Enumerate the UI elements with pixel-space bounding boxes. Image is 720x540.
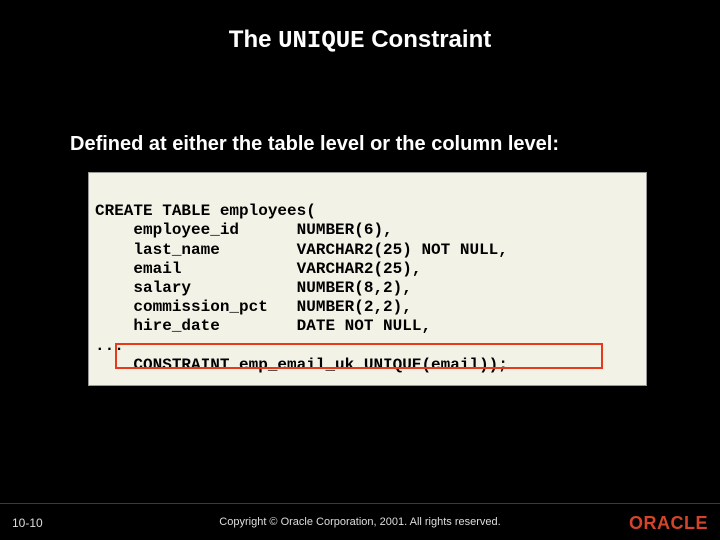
- slide-title: The UNIQUE Constraint: [0, 26, 720, 55]
- code-line-4: email VARCHAR2(25),: [95, 260, 421, 278]
- title-mono: UNIQUE: [278, 28, 364, 55]
- code-block: CREATE TABLE employees( employee_id NUMB…: [88, 172, 647, 386]
- copyright-text: Copyright © Oracle Corporation, 2001. Al…: [0, 516, 720, 528]
- logo-text: ORACLE: [629, 513, 708, 533]
- slide-subtitle: Defined at either the table level or the…: [70, 133, 559, 156]
- code-line-7: hire_date DATE NOT NULL,: [95, 317, 431, 335]
- code-line-3: last_name VARCHAR2(25) NOT NULL,: [95, 241, 508, 259]
- code-line-1: CREATE TABLE employees(: [95, 202, 316, 220]
- slide: The UNIQUE Constraint Defined at either …: [0, 0, 720, 540]
- title-pre: The: [229, 26, 278, 53]
- footer: 10-10 Copyright © Oracle Corporation, 20…: [0, 503, 720, 540]
- oracle-logo: ORACLE: [629, 513, 708, 534]
- code-line-5: salary NUMBER(8,2),: [95, 279, 412, 297]
- title-post: Constraint: [365, 26, 492, 53]
- code-line-6: commission_pct NUMBER(2,2),: [95, 298, 412, 316]
- code-line-8: ...: [95, 337, 124, 355]
- code-line-2: employee_id NUMBER(6),: [95, 221, 393, 239]
- code-line-9: CONSTRAINT emp_email_uk UNIQUE(email));: [95, 356, 508, 374]
